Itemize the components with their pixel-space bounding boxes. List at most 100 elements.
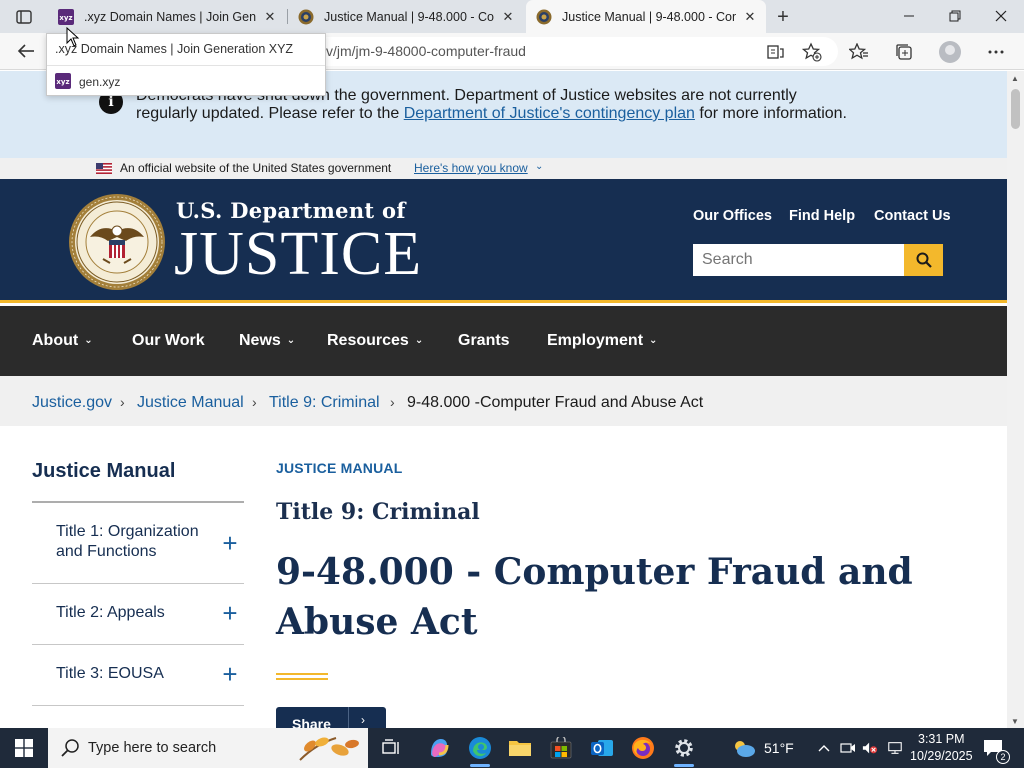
firefox-icon [632, 737, 654, 759]
our-offices-link[interactable]: Our Offices [693, 208, 772, 224]
copilot-button[interactable] [421, 732, 457, 764]
address-url: v/jm/jm-9-48000-computer-fraud [326, 43, 526, 59]
taskbar-search-box[interactable]: Type here to search [48, 728, 368, 768]
weather-temp[interactable]: 51°F [764, 740, 794, 756]
scroll-down-icon[interactable]: ▼ [1011, 717, 1019, 726]
breadcrumb-title9-link[interactable]: Title 9: Criminal [269, 394, 380, 412]
settings-button[interactable] [666, 732, 702, 767]
nav-about[interactable]: About ⌄ [32, 332, 93, 350]
meet-now-icon[interactable] [840, 740, 856, 756]
minimize-button[interactable] [886, 0, 932, 32]
clock-date[interactable]: 10/29/2025 [910, 749, 973, 763]
nav-our-work[interactable]: Our Work [132, 332, 205, 350]
site-header: U.S. Department of JUSTICE Our Offices F… [0, 179, 1007, 303]
add-favorite-icon[interactable] [800, 40, 824, 64]
close-tab-icon[interactable]: ✕ [262, 9, 278, 25]
volume-muted-icon[interactable] [862, 740, 878, 756]
hover-card-title: .xyz Domain Names | Join Generation XYZ [55, 42, 294, 56]
xyz-favicon: xyz [58, 8, 74, 25]
profile-avatar[interactable] [938, 40, 962, 64]
breadcrumb-home-link[interactable]: Justice.gov [32, 394, 112, 412]
gear-icon [675, 739, 693, 757]
microsoft-store-button[interactable] [543, 732, 579, 764]
svg-text:xyz: xyz [56, 78, 69, 86]
taskbar-search-placeholder: Type here to search [88, 740, 217, 756]
tab-justice-manual-1[interactable]: Justice Manual | 9-48.000 - Computer Fra… [288, 0, 524, 33]
task-view-button[interactable] [373, 732, 409, 764]
mouse-cursor-icon [66, 27, 80, 47]
nav-grants[interactable]: Grants [458, 332, 510, 350]
hover-card-host: gen.xyz [79, 75, 121, 89]
breadcrumb: Justice.gov › Justice Manual › Title 9: … [0, 376, 1007, 426]
sidebar-divider [32, 705, 244, 706]
tab-strip: xyz .xyz Domain Names | Join Generation … [0, 0, 1024, 33]
expand-plus-icon[interactable]: + [219, 530, 241, 556]
sidebar-item-title-2[interactable]: Title 2: Appeals [56, 603, 216, 623]
breadcrumb-current: 9-48.000 -Computer Fraud and Abuse Act [407, 394, 704, 411]
breadcrumb-justice-manual-link[interactable]: Justice Manual [137, 394, 244, 412]
sidebar-item-title-1[interactable]: Title 1: Organization and Functions [56, 522, 216, 562]
how-you-know-link[interactable]: Here's how you know [414, 161, 528, 175]
chevron-right-icon: › [120, 394, 125, 410]
chevron-down-icon[interactable]: ⌄ [535, 161, 543, 172]
chevron-up-icon[interactable] [816, 740, 832, 756]
tab-title: Justice Manual | 9-48.000 - Computer Fra… [562, 9, 736, 24]
nav-news[interactable]: News ⌄ [239, 332, 295, 350]
contingency-plan-link[interactable]: Department of Justice's contingency plan [404, 105, 695, 122]
start-button[interactable] [0, 728, 48, 768]
tab-title: Justice Manual | 9-48.000 - Computer Fra… [324, 9, 494, 24]
section-eyebrow: JUSTICE MANUAL [276, 460, 403, 476]
outlook-button[interactable] [584, 732, 620, 764]
scroll-up-icon[interactable]: ▲ [1011, 74, 1019, 83]
nav-resources[interactable]: Resources ⌄ [327, 332, 423, 350]
network-icon[interactable] [887, 740, 903, 756]
xyz-favicon: xyz [55, 73, 71, 89]
tab-justice-manual-active[interactable]: Justice Manual | 9-48.000 - Computer Fra… [526, 0, 766, 33]
close-window-button[interactable] [978, 0, 1024, 32]
decorative-rule [276, 678, 328, 680]
hover-card-divider [47, 65, 325, 66]
favorites-icon[interactable] [847, 40, 871, 64]
sidebar-item-title-3[interactable]: Title 3: EOUSA [56, 664, 216, 684]
tab-xyz-domains[interactable]: xyz .xyz Domain Names | Join Generation … [48, 0, 286, 33]
tab-actions-button[interactable] [10, 7, 38, 27]
close-tab-icon[interactable]: ✕ [742, 9, 758, 25]
share-button[interactable]: Share › [276, 707, 386, 728]
nav-label: About [32, 332, 79, 349]
close-tab-icon[interactable]: ✕ [500, 9, 516, 25]
brand-title[interactable]: JUSTICE [174, 223, 422, 285]
search-icon [916, 252, 932, 268]
search-input[interactable] [693, 244, 904, 276]
back-button[interactable] [12, 39, 40, 63]
share-label: Share [292, 716, 331, 728]
minimize-icon [904, 15, 914, 17]
outlook-icon [591, 740, 613, 756]
search-button[interactable] [904, 244, 943, 276]
collections-icon[interactable] [892, 40, 916, 64]
firefox-button[interactable] [625, 732, 661, 764]
clock-time[interactable]: 3:31 PM [918, 732, 965, 746]
find-help-link[interactable]: Find Help [789, 208, 855, 224]
restore-icon [949, 10, 961, 22]
immersive-reader-icon[interactable] [764, 40, 788, 64]
scrollbar-thumb[interactable] [1011, 89, 1020, 129]
doj-seal-favicon [536, 9, 552, 25]
new-tab-icon[interactable]: + [772, 6, 794, 28]
file-explorer-button[interactable] [502, 732, 538, 764]
doj-seal-logo[interactable] [68, 193, 166, 291]
edge-button[interactable] [462, 732, 498, 767]
nav-label: News [239, 332, 281, 349]
windows-taskbar: Type here to search 51°F 3:31 PM 10/29/2… [0, 728, 1024, 768]
screen: xyz .xyz Domain Names | Join Generation … [0, 0, 1024, 768]
maximize-button[interactable] [932, 0, 978, 32]
expand-plus-icon[interactable]: + [219, 661, 241, 687]
main-navigation: About ⌄ Our Work News ⌄ Resources ⌄ Grants … [0, 306, 1007, 376]
page-scrollbar[interactable]: ▲ ▼ [1007, 71, 1024, 728]
nav-label: Our Work [132, 332, 205, 349]
expand-plus-icon[interactable]: + [219, 600, 241, 626]
weather-cloud-icon[interactable] [731, 738, 757, 758]
avatar-icon [939, 41, 961, 63]
nav-employment[interactable]: Employment ⌄ [547, 332, 657, 350]
contact-us-link[interactable]: Contact Us [874, 208, 951, 224]
more-menu-icon[interactable] [984, 40, 1008, 64]
